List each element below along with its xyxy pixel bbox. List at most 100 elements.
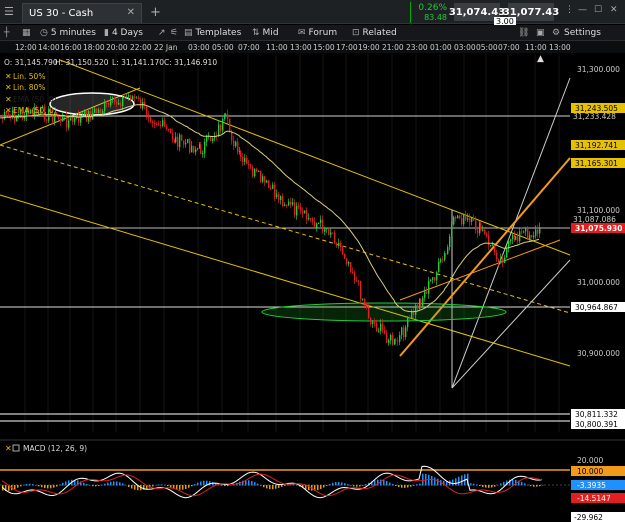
macd-bar	[230, 484, 232, 486]
candle-body	[86, 110, 88, 122]
macd-bar	[188, 485, 190, 488]
candle-body	[360, 281, 362, 300]
macd-bar	[536, 485, 538, 487]
candle-body	[136, 97, 138, 99]
macd-bottom: -29.962	[574, 513, 603, 522]
minimize-icon[interactable]: —	[578, 5, 587, 15]
macd-bar	[35, 484, 37, 486]
candle-body	[409, 316, 411, 319]
close-icon[interactable]: ✕	[127, 7, 135, 18]
candle-body	[200, 144, 202, 155]
candle-body	[138, 97, 140, 100]
time-tick: 05:00	[476, 43, 498, 52]
settings-button[interactable]: Settings	[564, 26, 601, 40]
candle-body	[403, 327, 405, 338]
macd-settings-icon[interactable]	[12, 444, 20, 452]
templates-button[interactable]: ▤ Templates	[184, 26, 241, 40]
indicator-ema-2[interactable]: EMA (50, 0)	[13, 106, 57, 115]
maximize-icon[interactable]: ☐	[594, 5, 602, 15]
candle-body	[248, 163, 250, 165]
price-type-selector[interactable]: ⇅ Mid	[252, 26, 279, 40]
macd-bar	[500, 483, 502, 486]
macd-histogram	[2, 473, 544, 491]
link-icon[interactable]: ⛓	[518, 26, 529, 40]
instrument-tab[interactable]: US 30 - Cash ✕	[22, 3, 142, 23]
candle-body	[162, 120, 164, 126]
macd-bar	[350, 485, 352, 486]
macd-bar	[23, 484, 25, 486]
scroll-up-icon[interactable]: ▲	[537, 54, 544, 64]
candle-body	[46, 119, 48, 121]
interval-selector[interactable]: ◷ 5 minutes	[40, 26, 96, 40]
candle-body	[465, 214, 467, 220]
price-type-label: Mid	[262, 28, 279, 38]
candle-body	[286, 204, 288, 206]
crosshair-icon[interactable]: ┼	[4, 26, 9, 40]
macd-bar	[116, 481, 118, 486]
macd-bar	[98, 485, 100, 486]
candle-body	[366, 305, 368, 308]
candle-body	[318, 222, 320, 224]
candle-body	[172, 133, 174, 140]
candle-body	[426, 291, 428, 294]
related-button[interactable]: ⊡ Related	[352, 26, 397, 40]
candle-body	[340, 242, 342, 248]
macd-bar	[86, 484, 88, 486]
macd-bar	[332, 482, 334, 486]
candle-body	[270, 187, 272, 189]
indicator-lin80[interactable]: Lin. 80%	[13, 83, 45, 92]
remove-indicator-icon[interactable]: ✕	[5, 106, 12, 115]
candle-body	[453, 216, 455, 225]
forum-button[interactable]: ✉ Forum	[298, 26, 337, 40]
candle-body	[166, 126, 168, 130]
time-tick: 19:00	[358, 43, 380, 52]
remove-macd-icon[interactable]: ✕	[5, 444, 12, 453]
candle-body	[74, 118, 76, 122]
candle-body	[120, 103, 122, 107]
candle-body	[260, 171, 262, 182]
range-selector[interactable]: ▮ 4 Days	[104, 26, 143, 40]
draw-tools-icon[interactable]: ⚟	[170, 26, 178, 40]
macd-bar	[287, 484, 289, 486]
remove-indicator-icon[interactable]: ✕	[5, 83, 12, 92]
candle-body	[134, 96, 136, 99]
time-tick: 07:00	[238, 43, 260, 52]
candle-body	[191, 145, 193, 153]
candle-body	[428, 281, 430, 294]
remove-indicator-icon[interactable]: ✕	[5, 72, 12, 81]
grip-icon[interactable]: ⋮	[565, 5, 574, 15]
candle-body	[310, 218, 312, 220]
candle-body	[60, 118, 62, 122]
grid-icon[interactable]: ▦	[22, 26, 31, 40]
macd-bar	[281, 485, 283, 487]
candle-body	[282, 196, 284, 207]
macd-bar	[53, 485, 55, 488]
add-tab-icon[interactable]: +	[150, 5, 161, 20]
candle-body	[128, 95, 130, 97]
candle-body	[193, 145, 195, 153]
candle-body	[494, 244, 496, 253]
chart-type-icon[interactable]: ↗	[158, 26, 166, 40]
camera-icon[interactable]: ▣	[536, 26, 545, 40]
remove-indicator-icon[interactable]: ✕	[5, 95, 12, 104]
macd-bar	[62, 482, 64, 486]
window-close-icon[interactable]: ✕	[610, 5, 618, 15]
settings-gear-icon[interactable]: ⚙	[552, 26, 560, 40]
candle-body	[407, 316, 409, 328]
price-chart[interactable]: 12:00 14:00 16:00 18:00 20:00 22:00 22 Jan 03:0…	[0, 41, 625, 522]
indicator-lin50[interactable]: Lin. 50%	[13, 72, 45, 81]
candle-body	[527, 229, 529, 240]
candle-body	[98, 109, 100, 114]
macd-bar	[437, 478, 439, 486]
macd-bar	[152, 485, 154, 487]
indicator-ema-1[interactable]: EMA (50, 0)	[13, 95, 57, 104]
macd-bar	[422, 473, 424, 486]
macd-bar	[338, 481, 340, 486]
time-tick: 03:00	[188, 43, 210, 52]
candle-body	[314, 221, 316, 228]
candle-body	[498, 259, 500, 264]
menu-icon[interactable]: ☰	[4, 5, 14, 18]
candle-body	[170, 129, 172, 134]
support-ellipse[interactable]	[261, 302, 507, 322]
macd-bar	[497, 484, 499, 486]
